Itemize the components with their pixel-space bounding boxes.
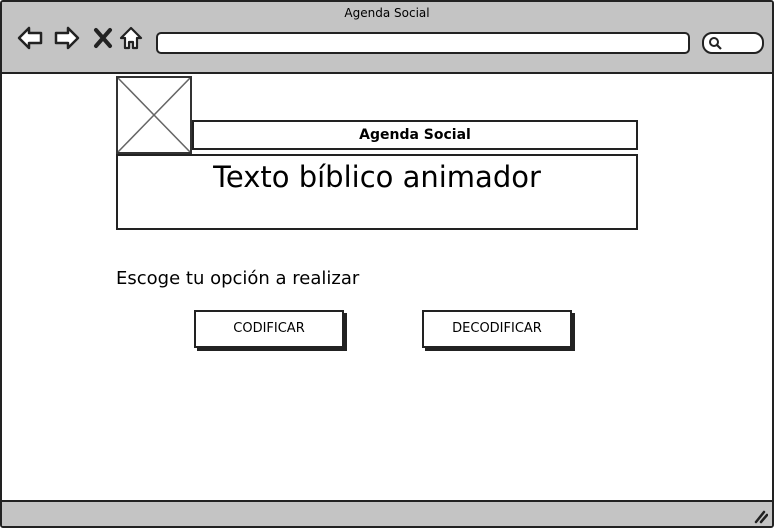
image-placeholder — [116, 76, 192, 154]
forward-arrow-icon[interactable] — [53, 24, 81, 52]
home-icon[interactable] — [118, 24, 146, 52]
close-x-icon[interactable] — [90, 24, 118, 52]
resize-grip-icon[interactable] — [750, 506, 769, 524]
window-title: Agenda Social — [344, 6, 430, 20]
option-prompt: Escoge tu opción a realizar — [116, 268, 360, 289]
browser-window: Agenda Social Agenda Social Texto bíblic… — [0, 0, 774, 528]
page-content: Agenda Social Texto bíblico animador Esc… — [2, 74, 772, 500]
decodificar-button[interactable]: DECODIFICAR — [422, 310, 572, 348]
bible-text-box: Texto bíblico animador — [116, 154, 638, 230]
codificar-button[interactable]: CODIFICAR — [194, 310, 344, 348]
page-header: Agenda Social — [192, 120, 638, 150]
search-field[interactable] — [702, 32, 764, 54]
search-icon — [709, 37, 722, 50]
url-bar[interactable] — [156, 32, 690, 54]
status-bar — [2, 500, 772, 526]
browser-toolbar: Agenda Social — [2, 2, 772, 74]
back-arrow-icon[interactable] — [16, 24, 44, 52]
